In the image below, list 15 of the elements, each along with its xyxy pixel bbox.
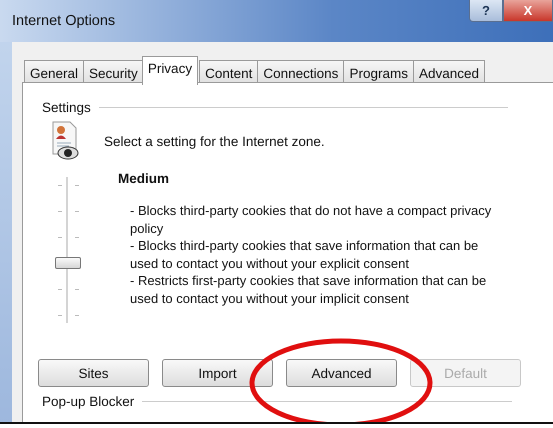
action-button[interactable]: Sites xyxy=(38,359,149,387)
help-button[interactable]: ? xyxy=(469,0,503,22)
tab[interactable]: Privacy xyxy=(142,56,198,85)
group-heading: Settings xyxy=(42,100,91,115)
description-text: - Blocks third-party cookies that save information that can be used to contact you without your explicit consent xyxy=(130,237,480,272)
description-text: - Blocks third-party cookies that do not have a compact privacy policy xyxy=(130,202,492,237)
document-eye-icon xyxy=(51,121,79,161)
group-heading: Pop-up Blocker xyxy=(42,394,134,409)
slider-thumb[interactable] xyxy=(55,257,81,269)
prompt-text: Select a setting for the Internet zone. xyxy=(104,134,325,148)
level-name: Medium xyxy=(118,171,170,186)
description-text: - Restricts first-party cookies that save information that can be used to contact you without your implicit consent xyxy=(130,272,488,307)
action-button[interactable]: Import xyxy=(162,359,273,387)
action-button[interactable]: Advanced xyxy=(286,359,397,387)
window-title: Internet Options xyxy=(12,13,116,29)
